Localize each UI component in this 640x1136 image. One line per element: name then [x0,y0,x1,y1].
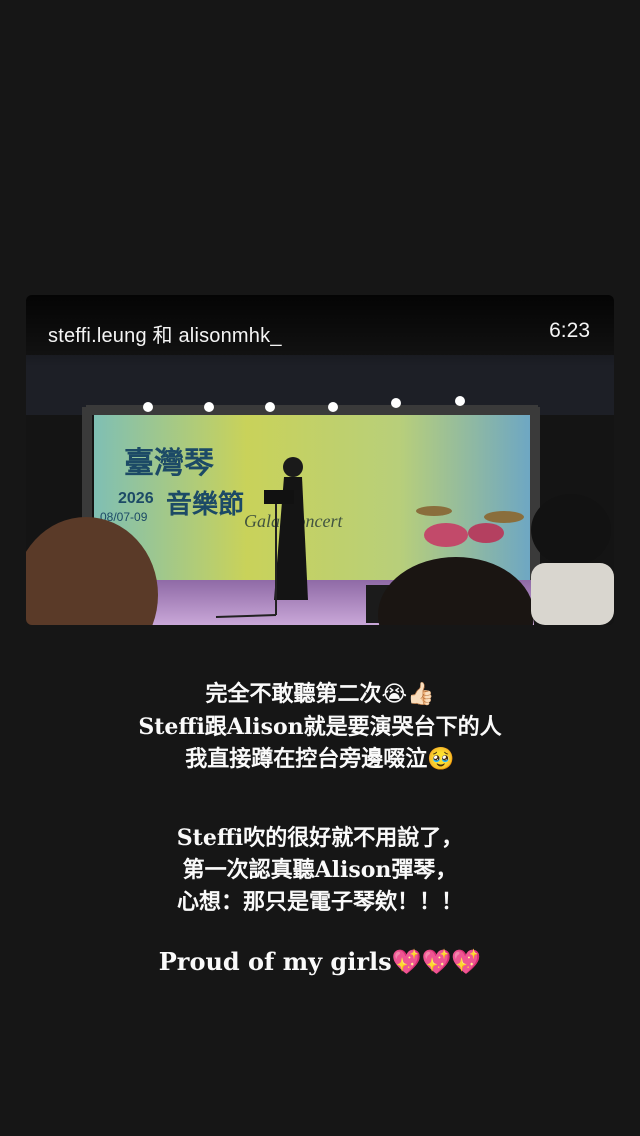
video-duration: 6:23 [549,319,590,342]
pleading-face-emoji-icon: 🥹 [427,747,455,772]
story-video-card[interactable]: 臺灣琴 2026 音樂節 08/07-09 Gala Concert steff… [26,295,614,625]
crying-thumbs-up-emoji-icon: 😭👍🏻 [381,682,435,707]
poster-year: 2026 [118,490,154,507]
caption-line: 心想：那只是電子琴欸！！！ [176,889,463,915]
sparkling-heart-emoji-icon: 💖💖💖 [391,948,482,976]
caption-text: Proud of my girls [158,947,392,976]
caption-line: Steffi跟Alison就是要演哭台下的人 [0,711,640,743]
caption-block-1: 完全不敢聽第二次😭👍🏻 Steffi跟Alison就是要演哭台下的人 我直接蹲在… [0,678,640,776]
caption-line: Steffi吹的很好就不用說了， [176,825,464,851]
caption-text: Steffi跟Alison就是要演哭台下的人 [138,714,502,740]
caption-line: 完全不敢聽第二次😭👍🏻 [0,678,640,711]
caption-block-3: Proud of my girls💖💖💖 [0,946,640,978]
caption-block-2: Steffi吹的很好就不用說了， 第一次認真聽Alison彈琴， 心想：那只是電… [0,822,640,918]
poster-title: 臺灣琴 [124,446,214,481]
caption-line: Proud of my girls💖💖💖 [0,946,640,978]
caption-line: 第一次認真聽Alison彈琴， [182,857,458,883]
caption-text: 完全不敢聽第二次 [205,681,382,707]
poster-subtitle: 音樂節 [166,489,244,520]
story-author-label[interactable]: steffi.leung 和 alisonmhk_ [48,319,282,348]
caption-line: 我直接蹲在控台旁邊啜泣🥹 [0,743,640,776]
caption-text: 我直接蹲在控台旁邊啜泣 [185,746,428,772]
